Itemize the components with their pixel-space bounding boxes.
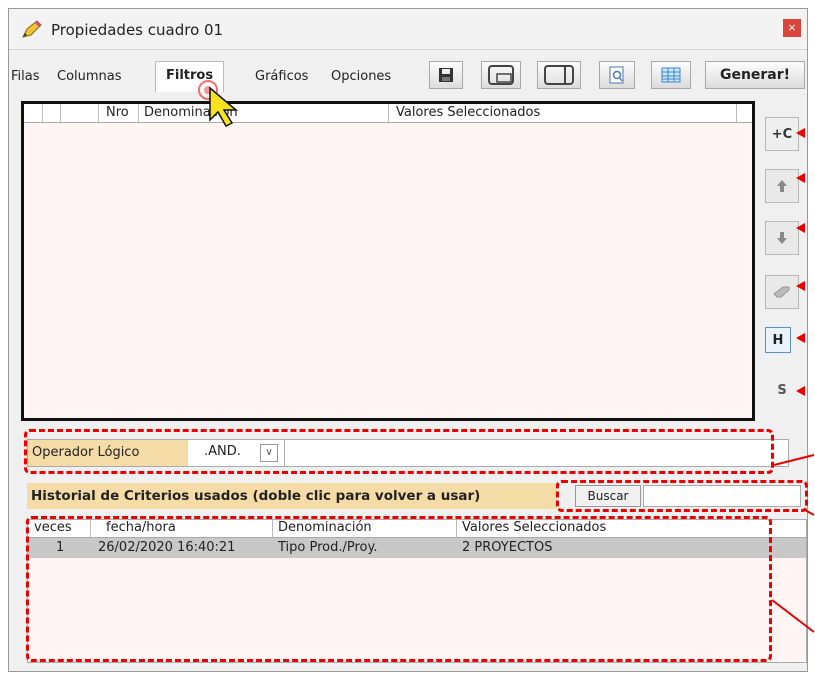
tab-filas[interactable]: Filas [11, 69, 40, 84]
title-bar: Propiedades cuadro 01 × [9, 9, 807, 50]
annotation-box-history [26, 516, 772, 662]
column-separator [138, 104, 139, 122]
filter-grid-header: Nro Denominación Valores Seleccionados [24, 104, 752, 123]
column-separator [736, 104, 737, 122]
tab-opciones[interactable]: Opciones [331, 69, 391, 84]
tab-graficos[interactable]: Gráficos [255, 69, 308, 84]
close-button[interactable]: × [783, 19, 801, 37]
column-separator [388, 104, 389, 122]
annotation-arrow-icon [796, 333, 805, 343]
arrow-down-icon [777, 232, 787, 244]
col-valores-seleccionados[interactable]: Valores Seleccionados [396, 105, 540, 120]
table-grid-icon [661, 67, 681, 83]
add-criteria-button[interactable]: +C [765, 117, 799, 151]
save-button[interactable] [429, 61, 463, 89]
preview-button[interactable] [599, 61, 635, 89]
move-down-button[interactable] [765, 221, 799, 255]
annotation-arrow-icon [796, 223, 805, 233]
layout-panel-icon [488, 65, 514, 85]
eraser-icon [773, 286, 790, 298]
annotation-box-operator [24, 429, 774, 474]
annotation-arrow-icon [796, 173, 805, 183]
annotation-arrow-icon [796, 386, 805, 396]
filter-grid[interactable]: Nro Denominación Valores Seleccionados [21, 101, 755, 421]
column-separator [60, 104, 61, 122]
move-up-button[interactable] [765, 169, 799, 203]
column-separator [98, 104, 99, 122]
erase-button[interactable] [765, 275, 799, 309]
document-search-icon [609, 66, 624, 84]
col-nro[interactable]: Nro [106, 105, 129, 120]
h-button[interactable]: H [765, 327, 791, 353]
annotation-lines [771, 454, 815, 633]
mouse-pointer-icon [198, 80, 239, 127]
layout-bottom-button[interactable] [481, 61, 521, 89]
table-button[interactable] [651, 61, 691, 89]
window-title: Propiedades cuadro 01 [51, 21, 224, 39]
pencil-app-icon [22, 20, 42, 38]
layout-split-button[interactable] [537, 61, 581, 89]
s-button[interactable]: S [765, 373, 799, 407]
generate-button[interactable]: Generar! [705, 61, 805, 89]
column-separator [42, 104, 43, 122]
floppy-disk-icon [439, 68, 453, 82]
layout-columns-icon [544, 65, 574, 85]
history-title: Historial de Criterios usados (doble cli… [27, 483, 557, 509]
tab-columnas[interactable]: Columnas [57, 69, 122, 84]
annotation-arrow-icon [796, 281, 805, 291]
arrow-up-icon [777, 180, 787, 192]
annotation-arrow-icon [796, 128, 805, 138]
